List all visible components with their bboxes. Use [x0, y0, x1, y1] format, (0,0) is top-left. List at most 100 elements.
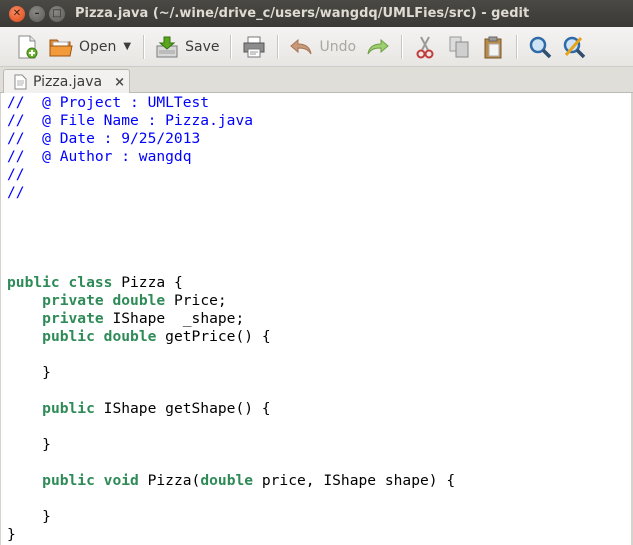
- code-line: ​: [7, 238, 455, 256]
- code-text: }: [7, 364, 51, 381]
- undo-button[interactable]: Undo: [284, 31, 361, 63]
- code-keyword: double: [112, 292, 166, 309]
- code-line: ​: [7, 382, 455, 400]
- new-document-button[interactable]: [10, 31, 44, 63]
- toolbar: Open ▼ Save Undo: [0, 27, 633, 67]
- code-line: }: [7, 508, 455, 526]
- code-text: Pizza(: [138, 472, 201, 489]
- tab-pizza-java[interactable]: Pizza.java ×: [3, 69, 130, 94]
- window-title: Pizza.java (~/.wine/drive_c/users/wangdq…: [75, 6, 530, 21]
- code-keyword: public: [42, 400, 95, 417]
- code-comment: //: [7, 184, 25, 201]
- code-line: ​: [7, 454, 455, 472]
- title-bar: ✕ – □ Pizza.java (~/.wine/drive_c/users/…: [0, 0, 633, 27]
- code-comment: // @ File Name : Pizza.java: [7, 112, 254, 129]
- find-button[interactable]: [523, 31, 557, 63]
- code-comment: //: [7, 166, 25, 183]
- code-text: IShape _shape;: [103, 310, 245, 327]
- code-line: ​: [7, 202, 455, 220]
- find-replace-icon: [562, 35, 586, 59]
- maximize-window-button[interactable]: □: [49, 5, 65, 22]
- code-comment: // @ Author : wangdq: [7, 148, 192, 165]
- code-line: //: [7, 166, 455, 184]
- code-text: }: [7, 436, 51, 453]
- code-line: ​: [7, 256, 455, 274]
- undo-button-label: Undo: [319, 38, 357, 55]
- paste-button[interactable]: [476, 31, 510, 63]
- save-button-label: Save: [185, 38, 220, 55]
- undo-arrow-icon: [289, 35, 313, 59]
- code-comment: // @ Project : UMLTest: [7, 94, 210, 111]
- toolbar-separator: [277, 34, 279, 59]
- document-tab-bar: Pizza.java ×: [0, 67, 633, 94]
- window-controls: ✕ – □: [9, 5, 65, 22]
- toolbar-separator: [516, 34, 518, 59]
- code-line: }: [7, 526, 455, 544]
- code-line: // @ Project : UMLTest: [7, 94, 455, 112]
- tab-label: Pizza.java: [33, 74, 103, 90]
- replace-button[interactable]: [557, 31, 591, 63]
- minimize-window-button[interactable]: –: [29, 5, 45, 22]
- open-folder-icon: [49, 35, 73, 59]
- code-keyword: class: [68, 274, 113, 291]
- close-window-button[interactable]: ✕: [9, 5, 25, 22]
- code-line: ​: [7, 490, 455, 508]
- code-line: // @ Author : wangdq: [7, 148, 455, 166]
- code-text: getPrice() {: [156, 328, 271, 345]
- code-line: }: [7, 436, 455, 454]
- open-button-label: Open: [79, 38, 117, 55]
- code-comment: // @ Date : 9/25/2013: [7, 130, 201, 147]
- cut-button[interactable]: [408, 31, 442, 63]
- clipboard-icon: [481, 35, 505, 59]
- print-button[interactable]: [237, 31, 271, 63]
- save-icon: [155, 35, 179, 59]
- toolbar-separator: [230, 34, 232, 59]
- code-line: public double getPrice() {: [7, 328, 455, 346]
- code-keyword: double: [103, 328, 157, 345]
- code-keyword: public: [42, 472, 95, 489]
- code-line: public IShape getShape() {: [7, 400, 455, 418]
- code-keyword: public: [42, 328, 95, 345]
- redo-arrow-icon: [366, 35, 390, 59]
- code-line: public class Pizza {: [7, 274, 455, 292]
- text-editor[interactable]: // @ Project : UMLTest// @ File Name : P…: [0, 93, 631, 545]
- code-line: // @ Date : 9/25/2013: [7, 130, 455, 148]
- open-recent-dropdown[interactable]: ▼: [121, 41, 137, 52]
- code-line: ​: [7, 418, 455, 436]
- code-keyword: private: [42, 310, 104, 327]
- code-text: Price;: [165, 292, 227, 309]
- text-file-icon: [13, 74, 27, 90]
- code-keyword: double: [200, 472, 254, 489]
- copy-button[interactable]: [442, 31, 476, 63]
- code-text: Pizza {: [112, 274, 183, 291]
- code-text: }: [7, 508, 51, 525]
- new-document-icon: [15, 35, 39, 59]
- code-line: ​: [7, 346, 455, 364]
- code-text: price, IShape shape) {: [253, 472, 456, 489]
- code-text: }: [7, 526, 16, 543]
- save-button[interactable]: Save: [150, 31, 224, 63]
- code-line: //: [7, 184, 455, 202]
- copy-icon: [447, 35, 471, 59]
- scissors-icon: [413, 35, 437, 59]
- code-line: }: [7, 364, 455, 382]
- code-view: // @ Project : UMLTest// @ File Name : P…: [7, 94, 455, 544]
- tab-close-icon[interactable]: ×: [114, 75, 125, 90]
- code-line: // @ File Name : Pizza.java: [7, 112, 455, 130]
- magnifier-icon: [528, 35, 552, 59]
- code-keyword: private: [42, 292, 104, 309]
- printer-icon: [242, 35, 266, 59]
- open-button[interactable]: Open: [44, 31, 121, 63]
- code-keyword: void: [103, 472, 139, 489]
- code-text: IShape getShape() {: [94, 400, 271, 417]
- redo-button[interactable]: [361, 31, 395, 63]
- code-line: ​: [7, 220, 455, 238]
- code-line: private IShape _shape;: [7, 310, 455, 328]
